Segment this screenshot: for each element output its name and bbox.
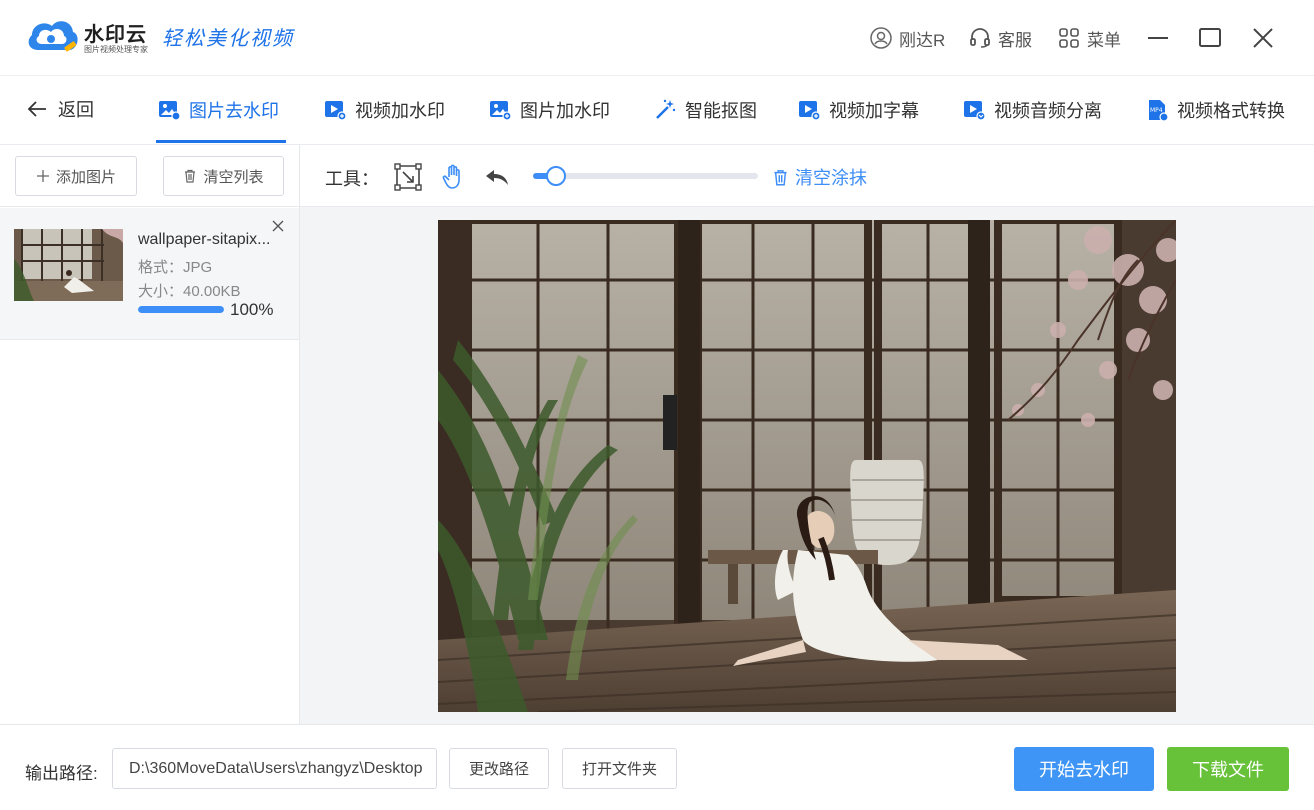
grid-menu-icon — [1059, 28, 1079, 48]
file-thumbnail — [14, 229, 123, 301]
arrow-left-icon — [27, 101, 46, 117]
output-bar: 输出路径: D:\360MoveData\Users\zhangyz\Deskt… — [0, 724, 1314, 810]
tab-image-add-watermark[interactable]: 图片加水印 — [488, 94, 610, 126]
brush-size-slider-thumb[interactable] — [545, 166, 566, 186]
video-subtitle-icon — [799, 101, 821, 121]
tab-label: 视频加水印 — [355, 101, 445, 121]
editor-panel: 工具： 清空涂抹 — [300, 145, 1314, 724]
tab-video-format-convert[interactable]: MP4 视频格式转换 — [1145, 94, 1285, 126]
user-account[interactable]: 刚达R — [869, 22, 945, 54]
tab-video-add-subtitle[interactable]: 视频加字幕 — [797, 94, 919, 126]
file-format: 格式：JPG — [138, 259, 213, 276]
menu-label: 菜单 — [1087, 30, 1121, 50]
tab-label: 智能抠图 — [685, 101, 757, 121]
select-region-icon[interactable] — [394, 163, 422, 191]
file-list-toolbar: 添加图片 清空列表 — [0, 145, 300, 207]
start-label: 开始去水印 — [1039, 760, 1129, 780]
menu-button[interactable]: 菜单 — [1057, 22, 1121, 54]
clear-list-button[interactable]: 清空列表 — [163, 156, 284, 196]
remove-file-icon[interactable] — [270, 218, 286, 234]
file-progress-fill — [138, 306, 224, 313]
trash-icon — [774, 169, 787, 186]
video-audio-icon — [964, 101, 986, 121]
hand-pan-icon[interactable] — [439, 163, 467, 191]
svg-text:MP4: MP4 — [1150, 107, 1163, 114]
tab-label: 图片加水印 — [520, 101, 610, 121]
user-icon — [870, 27, 892, 49]
back-button[interactable]: 返回 — [26, 96, 94, 122]
tab-label: 视频加字幕 — [829, 101, 919, 121]
tools-label: 工具： — [325, 169, 379, 189]
app-slogan: 轻松美化视频 — [162, 26, 294, 50]
tab-label: 视频格式转换 — [1177, 101, 1285, 121]
open-folder-button[interactable]: 打开文件夹 — [562, 748, 677, 789]
download-file-button[interactable]: 下载文件 — [1167, 747, 1289, 791]
file-size: 大小：40.00KB — [138, 283, 241, 300]
active-tab-indicator — [156, 140, 286, 143]
clear-list-label: 清空列表 — [203, 168, 264, 186]
tab-smart-cutout[interactable]: 智能抠图 — [653, 94, 757, 126]
add-image-label: 添加图片 — [55, 168, 116, 186]
brush-size-slider[interactable] — [533, 166, 758, 186]
start-remove-watermark-button[interactable]: 开始去水印 — [1014, 747, 1154, 791]
maximize-icon[interactable] — [1194, 22, 1226, 54]
tab-video-audio-split[interactable]: 视频音频分离 — [962, 94, 1102, 126]
video-icon — [325, 101, 347, 121]
minimize-icon[interactable] — [1142, 22, 1174, 54]
app-logo-icon — [28, 21, 78, 52]
mp4-file-icon: MP4 — [1149, 100, 1169, 122]
output-path-label: 输出路径: — [25, 764, 98, 783]
back-label: 返回 — [58, 100, 94, 120]
tab-video-add-watermark[interactable]: 视频加水印 — [323, 94, 445, 126]
image-icon — [159, 101, 181, 121]
tab-label: 图片去水印 — [189, 101, 279, 121]
clear-smear-button[interactable]: 清空涂抹 — [772, 164, 867, 190]
output-path-input[interactable]: D:\360MoveData\Users\zhangyz\Desktop — [112, 748, 437, 789]
change-path-button[interactable]: 更改路径 — [449, 748, 549, 789]
change-path-label: 更改路径 — [468, 761, 529, 778]
undo-icon[interactable] — [483, 163, 511, 191]
add-image-button[interactable]: 添加图片 — [15, 156, 137, 196]
file-progress-percent: 100% — [230, 300, 274, 319]
customer-service-button[interactable]: 客服 — [968, 22, 1032, 54]
customer-service-label: 客服 — [998, 30, 1032, 50]
download-label: 下载文件 — [1192, 760, 1264, 780]
open-folder-label: 打开文件夹 — [581, 761, 657, 778]
clear-smear-label: 清空涂抹 — [795, 168, 867, 188]
headset-icon — [970, 28, 990, 48]
close-window-icon[interactable] — [1247, 22, 1279, 54]
image-canvas[interactable] — [438, 220, 1176, 712]
plus-icon — [36, 170, 49, 182]
file-progress-bar — [138, 306, 224, 313]
file-list-item[interactable]: wallpaper-sitapix... 格式：JPG 大小：40.00KB 1… — [0, 208, 299, 340]
app-subtitle: 图片视频处理专家 — [84, 45, 148, 54]
tab-label: 视频音频分离 — [994, 101, 1102, 121]
file-name: wallpaper-sitapix... — [138, 231, 271, 248]
file-list-panel: 添加图片 清空列表 wallpaper-sitapix... 格式：JPG 大小… — [0, 145, 300, 724]
user-name: 刚达R — [899, 30, 946, 50]
nav-bar: 返回 图片去水印 视频加水印 图片加水印 智能抠图 视频加字幕 视频音频分离 M… — [0, 76, 1314, 145]
image-add-icon — [490, 101, 512, 121]
title-bar: 水印云 图片视频处理专家 轻松美化视频 刚达R 客服 菜单 — [0, 0, 1314, 76]
trash-icon — [185, 169, 196, 183]
tab-image-remove-watermark[interactable]: 图片去水印 — [157, 94, 279, 126]
editor-toolbar: 工具： 清空涂抹 — [300, 145, 1314, 207]
app-name: 水印云 — [84, 24, 147, 46]
magic-wand-icon — [656, 99, 676, 119]
